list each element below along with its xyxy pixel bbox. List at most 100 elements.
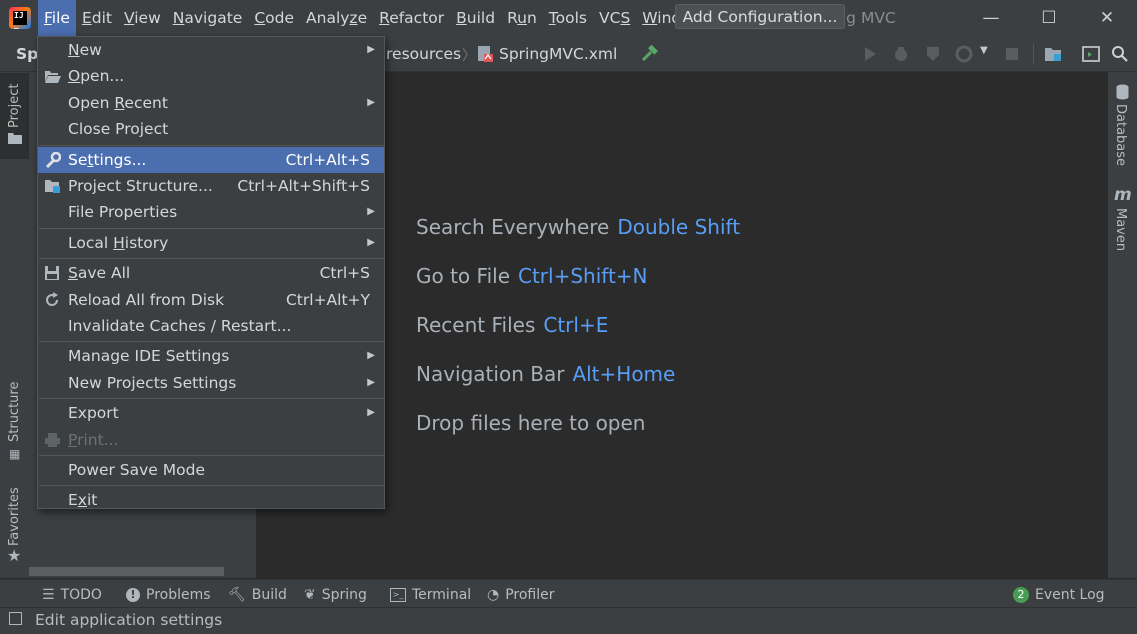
menu-item-label: Settings... bbox=[68, 147, 146, 173]
editor-hint: Recent Files Ctrl+E bbox=[416, 313, 608, 337]
submenu-arrow-icon: ▶ bbox=[367, 96, 375, 108]
structure-tab-label[interactable]: Structure bbox=[7, 382, 22, 442]
mnemonic-letter: R bbox=[379, 9, 390, 27]
file-menu-item-open-recent[interactable]: Open Recent ▶ bbox=[38, 90, 384, 116]
event-log-tool-button[interactable]: 2 Event Log bbox=[1013, 580, 1105, 610]
breadcrumb-resources[interactable]: resources bbox=[386, 37, 461, 71]
menu-code[interactable]: Code bbox=[248, 0, 300, 37]
breadcrumb-file[interactable]: SpringMVC.xml bbox=[499, 37, 617, 71]
status-message: Edit application settings bbox=[35, 611, 223, 629]
file-menu-item-open[interactable]: Open... bbox=[38, 63, 384, 89]
coverage-icon[interactable] bbox=[924, 45, 942, 63]
menu-edit[interactable]: Edit bbox=[76, 0, 118, 37]
menu-tools[interactable]: Tools bbox=[543, 0, 593, 37]
menu-separator bbox=[39, 485, 384, 487]
submenu-arrow-icon: ▶ bbox=[367, 407, 375, 419]
mnemonic-letter: W bbox=[642, 9, 658, 27]
terminal-label: Terminal bbox=[412, 587, 472, 603]
build-hammer-icon[interactable] bbox=[640, 44, 660, 64]
file-menu-item-new-projects-settings[interactable]: New Projects Settings ▶ bbox=[38, 370, 384, 396]
menu-item-label: Exit bbox=[68, 487, 97, 513]
tool-windows-toggle-icon[interactable] bbox=[9, 612, 22, 625]
menu-vcs[interactable]: VCS bbox=[593, 0, 636, 37]
file-menu-item-close-project[interactable]: Close Project bbox=[38, 116, 384, 142]
file-menu-item-power-save-mode[interactable]: Power Save Mode bbox=[38, 457, 384, 483]
menu-separator bbox=[39, 455, 384, 456]
project-tab-label[interactable]: Project bbox=[7, 78, 22, 128]
maximize-button[interactable]: ☐ bbox=[1020, 0, 1078, 37]
label-text: rint... bbox=[77, 430, 119, 449]
todo-tool-button[interactable]: ☰ TODO bbox=[42, 580, 102, 610]
file-menu-item-exit[interactable]: Exit bbox=[38, 487, 384, 513]
submenu-arrow-icon: ▶ bbox=[367, 376, 375, 388]
file-menu-item-manage-ide-settings[interactable]: Manage IDE Settings ▶ bbox=[38, 343, 384, 369]
horizontal-scrollbar[interactable] bbox=[29, 567, 224, 576]
stop-icon[interactable] bbox=[1003, 45, 1021, 63]
problems-tool-button[interactable]: ! Problems bbox=[126, 580, 211, 610]
menu-separator bbox=[39, 227, 384, 229]
run-anything-icon[interactable] bbox=[1082, 45, 1100, 63]
menu-item-shortcut: Ctrl+Alt+S bbox=[285, 150, 370, 169]
menu-item-label: Invalidate Caches / Restart... bbox=[68, 313, 291, 339]
mnemonic-letter: S bbox=[68, 264, 78, 283]
run-icon[interactable] bbox=[861, 45, 879, 63]
search-icon[interactable] bbox=[1111, 45, 1129, 63]
file-menu-item-new[interactable]: New ▶ bbox=[38, 37, 384, 63]
submenu-arrow-icon: ▶ bbox=[367, 350, 375, 362]
profiler-tool-button[interactable]: ◔ Profiler bbox=[487, 580, 555, 610]
project-structure-toolbar-icon[interactable] bbox=[1044, 45, 1062, 63]
profile-run-icon[interactable] bbox=[955, 45, 973, 63]
mnemonic-letter: O bbox=[68, 67, 81, 86]
menu-separator bbox=[39, 398, 384, 400]
maven-icon: m bbox=[1114, 185, 1132, 205]
favorites-tab-label[interactable]: Favorites bbox=[7, 487, 22, 546]
file-menu-item-reload-all-from-disk[interactable]: Reload All from Disk Ctrl+Alt+Y bbox=[38, 287, 384, 313]
file-menu-item-save-all[interactable]: Save All Ctrl+S bbox=[38, 260, 384, 286]
profiler-gauge-icon: ◔ bbox=[487, 587, 500, 603]
build-tool-button[interactable]: 🔨︎ Build bbox=[228, 580, 287, 610]
star-icon: ★ bbox=[7, 546, 22, 565]
save-icon bbox=[45, 266, 59, 281]
add-configuration-button[interactable]: Add Configuration... bbox=[675, 4, 845, 29]
spring-tool-button[interactable]: ❦ Spring bbox=[304, 580, 367, 610]
reload-icon bbox=[46, 291, 59, 306]
build-hammer-small-icon: 🔨︎ bbox=[228, 587, 246, 603]
menu-item-label: Manage IDE Settings bbox=[68, 343, 229, 369]
file-menu-item-export[interactable]: Export ▶ bbox=[38, 400, 384, 426]
menu-item-label: New bbox=[68, 37, 102, 63]
label-text: File Properties bbox=[68, 203, 178, 222]
file-menu-item-invalidate-caches-restart[interactable]: Invalidate Caches / Restart... bbox=[38, 313, 384, 339]
menu-navigate[interactable]: Navigate bbox=[167, 0, 249, 37]
mnemonic-letter: F bbox=[44, 9, 52, 27]
toolbar-separator bbox=[1033, 44, 1034, 64]
menu-run[interactable]: Run bbox=[501, 0, 543, 37]
menu-refactor[interactable]: Refactor bbox=[373, 0, 450, 37]
mnemonic-letter: C bbox=[254, 9, 266, 27]
label-text: ile bbox=[51, 9, 70, 27]
label-text: Manage IDE Settings bbox=[68, 347, 230, 366]
close-button[interactable]: ✕ bbox=[1078, 0, 1136, 37]
menu-item-label: Open... bbox=[68, 63, 124, 89]
minimize-button[interactable]: — bbox=[962, 0, 1020, 37]
submenu-arrow-icon: ▶ bbox=[367, 44, 375, 55]
menu-build[interactable]: Build bbox=[450, 0, 501, 37]
debug-icon[interactable] bbox=[892, 45, 910, 63]
file-menu-item-project-structure[interactable]: Project Structure... Ctrl+Alt+Shift+S bbox=[38, 173, 384, 199]
menu-view[interactable]: View bbox=[118, 0, 167, 37]
database-tab-label[interactable]: Database bbox=[1113, 104, 1128, 166]
label-text: Local bbox=[68, 233, 114, 252]
run-options-chevron-icon[interactable]: ▼ bbox=[980, 45, 988, 56]
menu-analyze[interactable]: Analyze bbox=[300, 0, 373, 37]
label-text: Project Structure... bbox=[68, 177, 213, 195]
file-menu-item-local-history[interactable]: Local History ▶ bbox=[38, 230, 384, 256]
menu-item-label: Save All bbox=[68, 260, 130, 286]
menu-file[interactable]: File bbox=[38, 0, 76, 37]
file-menu-item-file-properties[interactable]: File Properties ▶ bbox=[38, 199, 384, 225]
label-text: Open bbox=[68, 93, 115, 112]
profiler-label: Profiler bbox=[505, 587, 555, 603]
file-menu-item-settings[interactable]: Settings... Ctrl+Alt+S bbox=[38, 146, 384, 173]
maven-tab-label[interactable]: Maven bbox=[1113, 208, 1128, 251]
menu-item-label: Export bbox=[68, 400, 119, 426]
terminal-tool-button[interactable]: >_ Terminal bbox=[390, 580, 471, 610]
label-text: iew bbox=[134, 9, 161, 27]
